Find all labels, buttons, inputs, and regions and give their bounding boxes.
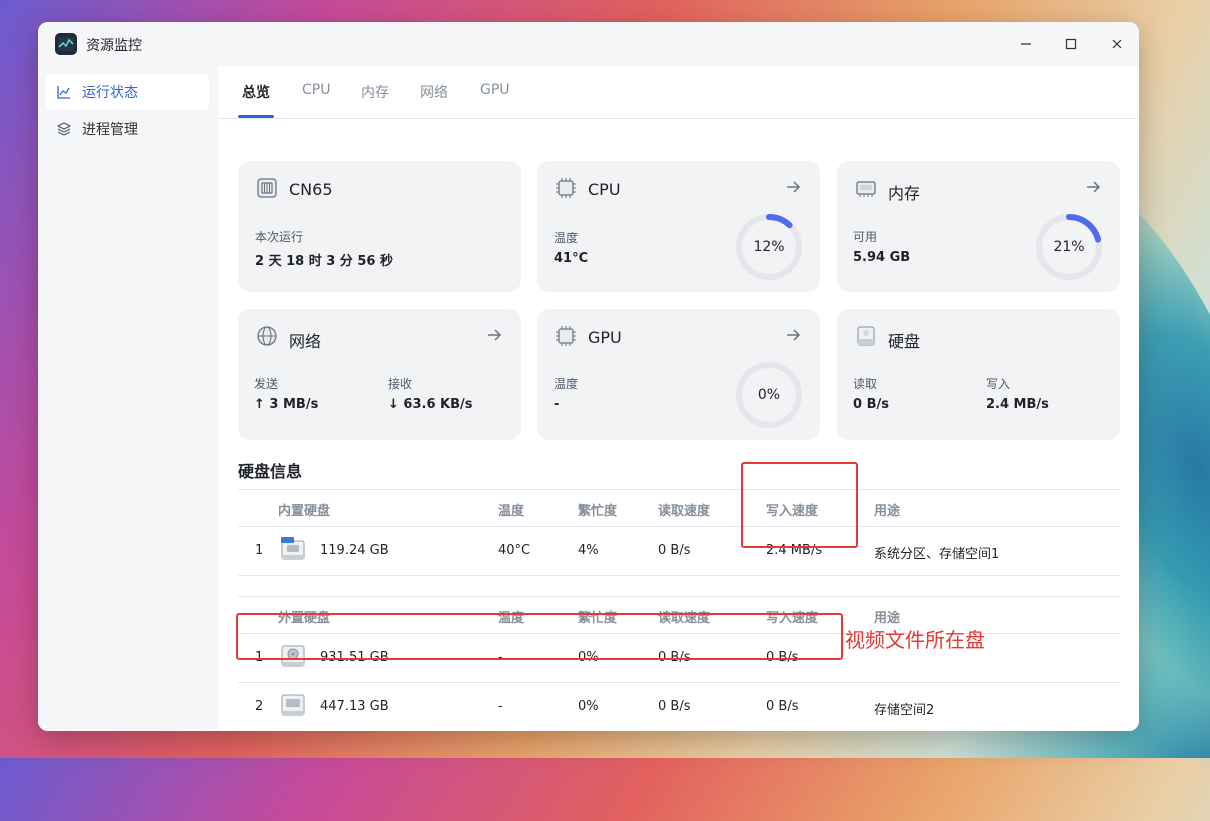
card-title: 内存 <box>888 184 921 203</box>
card-gpu: GPU 温度 - 0% <box>537 309 820 440</box>
cpu-temp-label: 温度 <box>554 231 579 245</box>
column-header: 用途 <box>874 504 901 519</box>
disk-busy: 4% <box>578 543 599 558</box>
tab-network[interactable]: 网络 <box>420 82 448 102</box>
row-index: 1 <box>255 543 264 558</box>
tab-gpu[interactable]: GPU <box>480 82 510 98</box>
close-button[interactable] <box>1104 31 1130 57</box>
disk-write-label: 写入 <box>986 377 1011 391</box>
ram-icon <box>855 177 877 199</box>
highlight-video-disk-row <box>236 613 843 660</box>
disk-usage: 存储空间2 <box>874 703 935 718</box>
cpu-usage-value: 12% <box>753 239 785 255</box>
maximize-button[interactable] <box>1058 31 1084 57</box>
disk-write-value: 2.4 MB/s <box>986 397 1049 412</box>
disk-read-value: 0 B/s <box>853 397 889 412</box>
disk-read: 0 B/s <box>658 543 691 558</box>
disk-read: 0 B/s <box>658 699 691 714</box>
tab-memory[interactable]: 内存 <box>361 82 389 102</box>
column-header: 繁忙度 <box>578 504 618 519</box>
card-cpu: CPU 温度 41°C 12% <box>537 161 820 292</box>
sidebar: 运行状态 进程管理 <box>38 66 218 731</box>
sidebar-item-status[interactable]: 运行状态 <box>46 74 209 110</box>
memory-usage-value: 21% <box>1053 239 1085 255</box>
disk-info-title: 硬盘信息 <box>238 462 303 481</box>
column-header: 内置硬盘 <box>278 504 331 519</box>
sidebar-item-processes[interactable]: 进程管理 <box>46 111 209 147</box>
network-send-label: 发送 <box>254 377 279 391</box>
sidebar-item-label: 运行状态 <box>82 85 138 101</box>
ssd-icon <box>280 692 306 718</box>
arrow-right-icon[interactable] <box>1084 178 1102 196</box>
tab-overview[interactable]: 总览 <box>242 82 270 102</box>
gpu-temp-value: - <box>554 397 560 412</box>
line-chart-icon <box>56 84 72 100</box>
hard-disk-icon <box>855 325 877 347</box>
disk-write: 0 B/s <box>766 699 799 714</box>
annotation-video-disk: 视频文件所在盘 <box>845 628 985 652</box>
table-divider <box>238 489 1120 490</box>
card-title: 硬盘 <box>888 332 921 351</box>
uptime-label: 本次运行 <box>255 230 304 244</box>
highlight-write-speed <box>741 462 858 548</box>
network-send-value: ↑ 3 MB/s <box>254 397 319 412</box>
card-memory: 内存 可用 5.94 GB 21% <box>837 161 1120 292</box>
arrow-right-icon[interactable] <box>485 326 503 344</box>
window-title: 资源监控 <box>86 38 142 54</box>
disk-capacity: 447.13 GB <box>320 699 389 714</box>
arrow-right-icon[interactable] <box>784 178 802 196</box>
gpu-icon <box>555 325 577 347</box>
disk-temp: 40°C <box>498 543 531 558</box>
disk-temp: - <box>498 699 503 714</box>
uptime-value: 2 天 18 时 3 分 56 秒 <box>255 254 393 269</box>
gpu-usage-value: 0% <box>757 387 781 403</box>
disk-busy: 0% <box>578 699 599 714</box>
chip-icon <box>256 177 278 199</box>
network-recv-value: ↓ 63.6 KB/s <box>388 397 473 412</box>
arrow-right-icon[interactable] <box>784 326 802 344</box>
memory-available-value: 5.94 GB <box>853 250 911 265</box>
minimize-button[interactable] <box>1013 31 1039 57</box>
card-title: CN65 <box>289 180 333 199</box>
card-disk: 硬盘 读取 0 B/s 写入 2.4 MB/s <box>837 309 1120 440</box>
row-index: 2 <box>255 699 264 714</box>
title-bar: 资源监控 <box>38 22 1139 66</box>
gpu-temp-label: 温度 <box>554 377 579 391</box>
tab-bar: 总览 CPU 内存 网络 GPU <box>218 66 1139 119</box>
disk-capacity: 119.24 GB <box>320 543 389 558</box>
card-title: CPU <box>588 180 621 199</box>
column-header: 读取速度 <box>658 504 711 519</box>
disk-usage: 系统分区、存储空间1 <box>874 547 1000 562</box>
card-title: GPU <box>588 328 622 347</box>
table-divider <box>238 575 1120 576</box>
cpu-icon <box>555 177 577 199</box>
table-divider <box>238 682 1120 683</box>
column-header: 温度 <box>498 504 525 519</box>
card-title: 网络 <box>289 332 322 351</box>
network-recv-label: 接收 <box>388 377 413 391</box>
card-system: CN65 本次运行 2 天 18 时 3 分 56 秒 <box>238 161 521 292</box>
table-divider <box>238 526 1120 527</box>
globe-icon <box>256 325 278 347</box>
tab-cpu[interactable]: CPU <box>302 82 330 98</box>
active-tab-indicator <box>238 115 274 118</box>
memory-available-label: 可用 <box>853 230 878 244</box>
card-network: 网络 发送 ↑ 3 MB/s 接收 ↓ 63.6 KB/s <box>238 309 521 440</box>
cpu-temp-value: 41°C <box>554 251 589 266</box>
disk-read-label: 读取 <box>853 377 878 391</box>
sidebar-item-label: 进程管理 <box>82 122 138 138</box>
table-divider <box>238 596 1120 597</box>
layers-icon <box>56 121 72 137</box>
app-monitor-icon <box>55 33 77 55</box>
nvme-ssd-icon <box>280 536 306 562</box>
